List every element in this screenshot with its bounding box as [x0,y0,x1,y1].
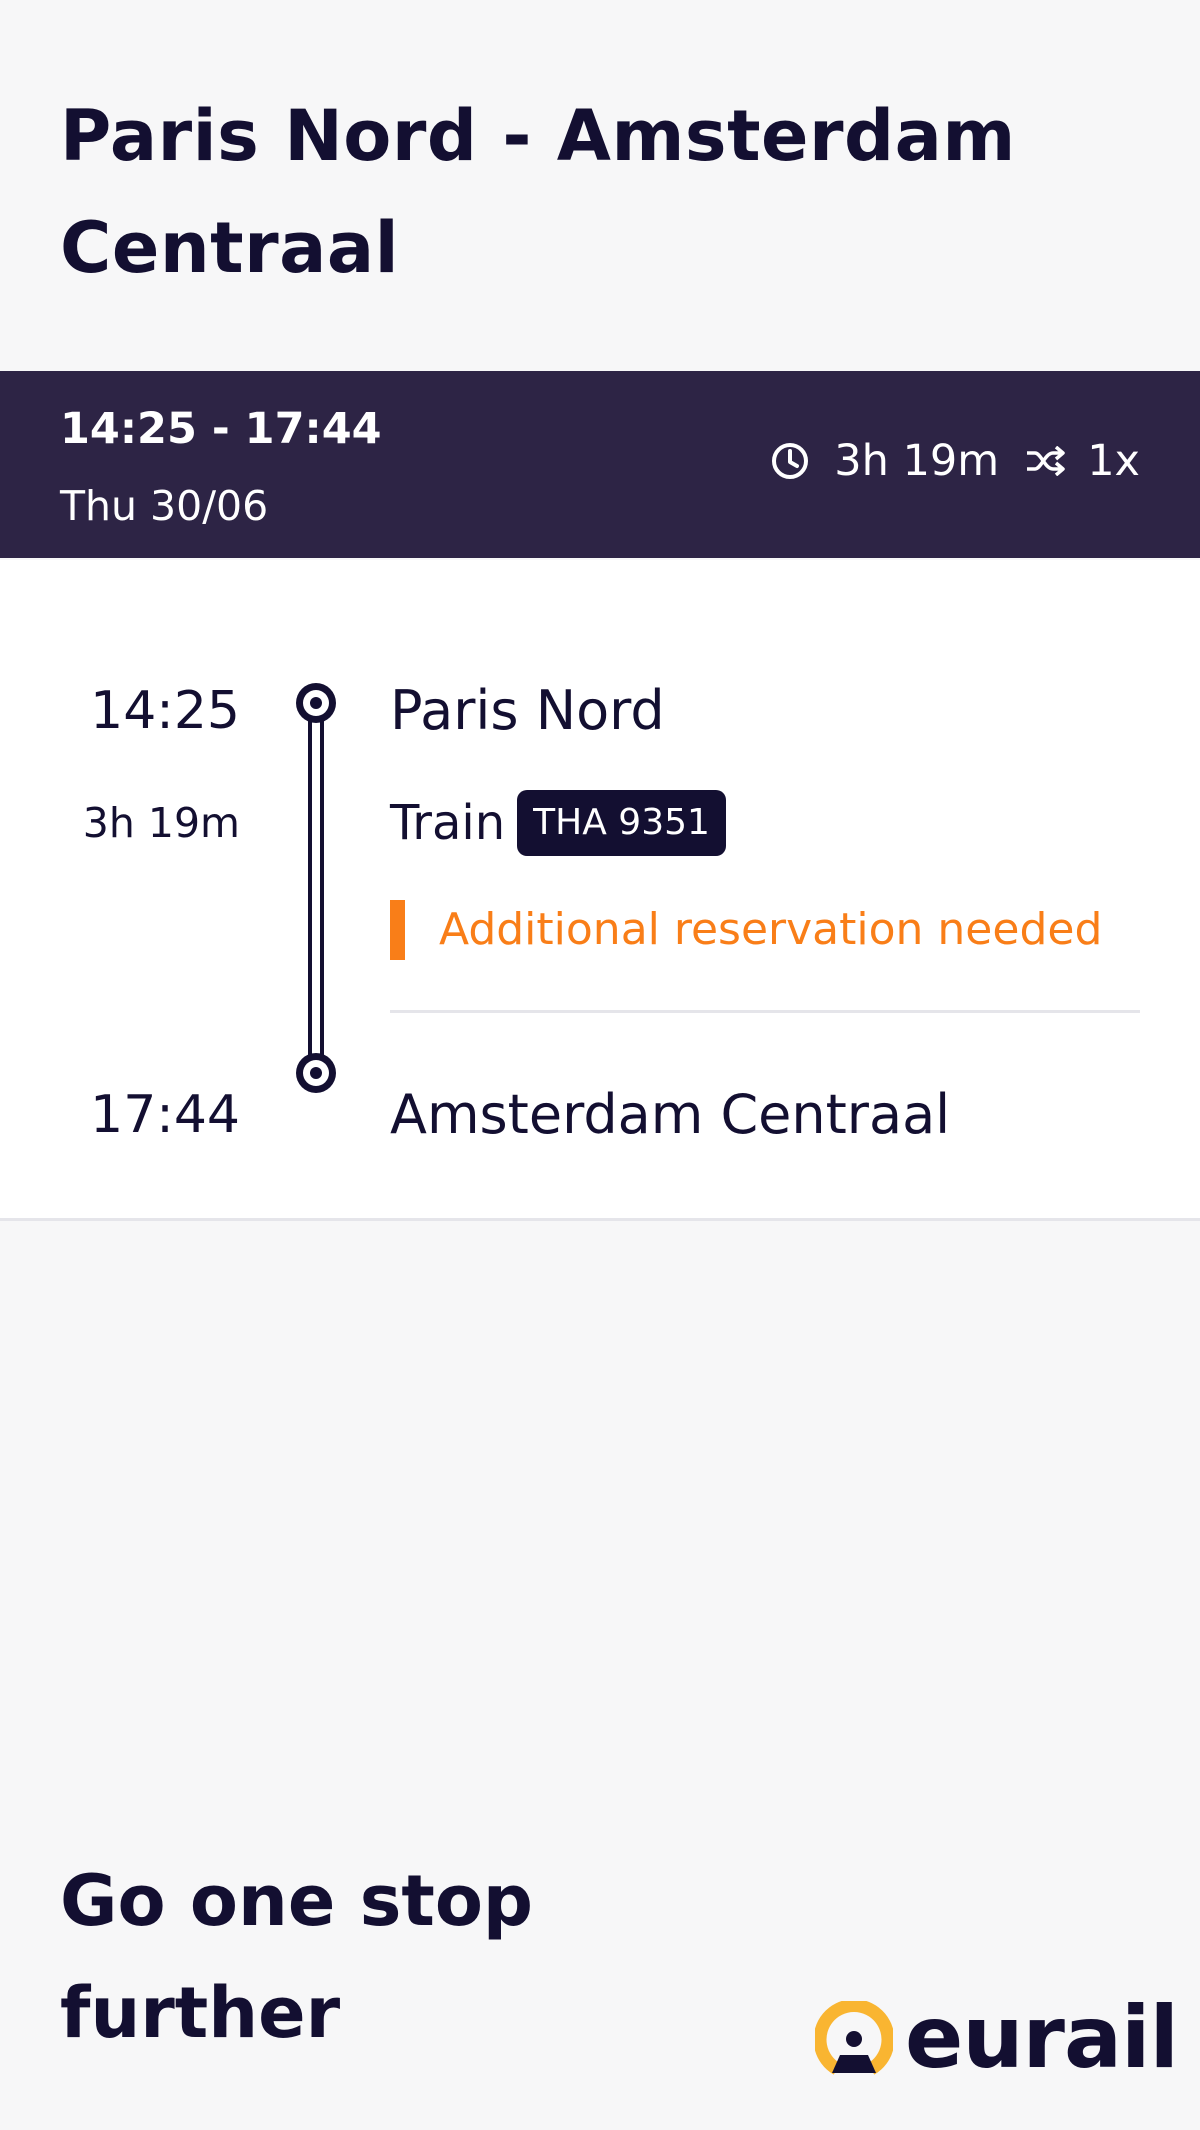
departure-time: 14:25 [90,681,240,741]
reservation-notice: Additional reservation needed [390,900,1102,960]
eurail-logo-mark-icon [815,2001,893,2075]
clock-icon [770,441,810,481]
notice-accent-bar [390,900,405,960]
transfer-icon [1025,446,1065,476]
summary-transfers: 1x [1087,436,1140,486]
journey-summary-bar[interactable]: 14:25 - 17:44 Thu 30/06 3h 19m 1x [0,371,1200,558]
departure-station: Paris Nord [390,679,665,742]
summary-date: Thu 30/06 [60,482,269,530]
journey-details-card: 14:25 3h 19m 17:44 Paris Nord Train THA … [0,560,1200,1221]
train-info: Train THA 9351 [390,790,726,856]
mode-label: Train [390,795,506,851]
leg-duration: 3h 19m [82,799,240,847]
arrival-time: 17:44 [90,1085,240,1145]
footer-slogan: Go one stop further [60,1845,680,2069]
route-line-icon [293,680,339,1096]
summary-stats: 3h 19m 1x [770,433,1140,489]
page-title: Paris Nord - Amsterdam Centraal [60,95,1016,289]
eurail-wordmark: eurail [905,1988,1179,2088]
summary-duration: 3h 19m [834,436,1000,486]
divider [390,1010,1140,1013]
notice-text: Additional reservation needed [439,904,1103,955]
summary-time-range: 14:25 - 17:44 [60,404,382,454]
arrival-station: Amsterdam Centraal [390,1083,951,1146]
eurail-logo: eurail [815,1988,1179,2088]
train-number-badge: THA 9351 [517,790,726,856]
footer-slogan-text: Go one stop further [60,1860,534,2054]
